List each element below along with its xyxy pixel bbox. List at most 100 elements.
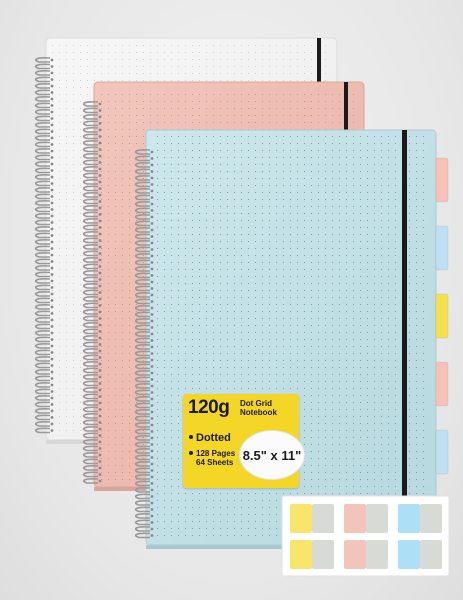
binding-hole: [150, 378, 154, 381]
sticker-tab: [344, 540, 366, 569]
binding-hole: [150, 339, 154, 342]
binding-hole: [150, 228, 154, 232]
binding-hole: [50, 78, 54, 81]
binding-hole: [50, 84, 54, 88]
binding-hole: [98, 115, 102, 119]
binding-hole: [150, 365, 154, 368]
binding-hole: [50, 188, 54, 192]
sticker-tab: [366, 540, 388, 569]
binding-hole: [98, 330, 102, 333]
binding-hole: [150, 345, 154, 349]
binding-hole: [98, 395, 102, 398]
binding-hole: [50, 149, 54, 153]
binding-hole: [50, 91, 54, 94]
binding-hole: [98, 375, 102, 379]
binding-hole: [50, 260, 54, 263]
binding-hole: [150, 495, 154, 498]
binding-hole: [98, 323, 102, 327]
binding-hole: [50, 104, 54, 107]
binding-hole: [98, 193, 102, 197]
notebook-stack-illustration: [34, 37, 450, 577]
sticker-tab: [398, 540, 420, 569]
binding-hole: [98, 232, 102, 236]
binding-hole: [50, 429, 54, 432]
binding-hole: [98, 128, 102, 132]
binding-hole: [150, 423, 154, 427]
binding-hole: [150, 456, 154, 459]
binding-hole: [98, 362, 102, 366]
binding-hole: [150, 326, 154, 329]
binding-hole: [50, 344, 54, 348]
binding-hole: [98, 291, 102, 294]
binding-hole: [150, 170, 154, 173]
feature-dotted-text: Dotted: [196, 432, 231, 444]
binding-hole: [50, 377, 54, 380]
binding-hole: [150, 469, 154, 472]
binding-hole: [50, 169, 54, 172]
binding-hole: [98, 317, 102, 320]
product-type-line-2: Notebook: [240, 408, 277, 417]
binding-hole: [98, 466, 102, 470]
binding-hole: [150, 384, 154, 388]
binding-hole: [150, 300, 154, 303]
binding-hole: [50, 97, 54, 101]
binding-hole: [98, 414, 102, 418]
binding-hole: [98, 453, 102, 457]
binding-hole: [150, 241, 154, 245]
sticker-tab: [344, 504, 366, 533]
binding-hole: [150, 449, 154, 453]
binding-hole: [150, 371, 154, 375]
binding-hole: [50, 396, 54, 400]
binding-hole: [98, 349, 102, 353]
binding-hole: [50, 130, 54, 133]
sticker-tab: [398, 504, 420, 533]
binding-hole: [50, 162, 54, 166]
binding-hole: [150, 319, 154, 323]
binding-hole: [50, 214, 54, 218]
binding-hole: [98, 440, 102, 444]
binding-hole: [150, 527, 154, 531]
binding-hole: [150, 261, 154, 264]
binding-hole: [150, 267, 154, 271]
binding-hole: [50, 143, 54, 146]
binding-hole: [150, 443, 154, 446]
binding-hole: [150, 436, 154, 440]
binding-hole: [98, 141, 102, 145]
binding-hole: [150, 313, 154, 316]
index-tabs: [435, 157, 449, 475]
binding-hole: [98, 239, 102, 242]
binding-hole: [150, 417, 154, 420]
binding-hole: [150, 248, 154, 251]
binding-hole: [98, 219, 102, 223]
index-tab: [435, 225, 449, 271]
binding-hole: [150, 358, 154, 362]
binding-hole: [50, 383, 54, 387]
binding-hole: [50, 208, 54, 211]
binding-hole: [150, 306, 154, 310]
binding-hole: [150, 501, 154, 505]
binding-hole: [98, 408, 102, 411]
binding-hole: [50, 65, 54, 68]
paper-weight-text: 120g: [188, 397, 230, 418]
binding-hole: [98, 382, 102, 385]
binding-hole: [50, 370, 54, 374]
binding-hole: [150, 235, 154, 238]
binding-hole: [98, 252, 102, 255]
binding-hole: [98, 284, 102, 288]
binding-hole: [98, 154, 102, 158]
binding-hole: [50, 305, 54, 309]
binding-hole: [98, 245, 102, 249]
binding-hole: [98, 213, 102, 216]
binding-hole: [98, 369, 102, 372]
binding-hole: [98, 388, 102, 392]
binding-hole: [50, 357, 54, 361]
binding-hole: [98, 271, 102, 275]
binding-hole: [98, 167, 102, 171]
binding-hole: [98, 310, 102, 314]
binding-hole: [98, 447, 102, 450]
binding-hole: [50, 253, 54, 257]
binding-hole: [98, 421, 102, 424]
binding-hole: [50, 364, 54, 367]
binding-hole: [150, 404, 154, 407]
binding-hole: [98, 297, 102, 301]
